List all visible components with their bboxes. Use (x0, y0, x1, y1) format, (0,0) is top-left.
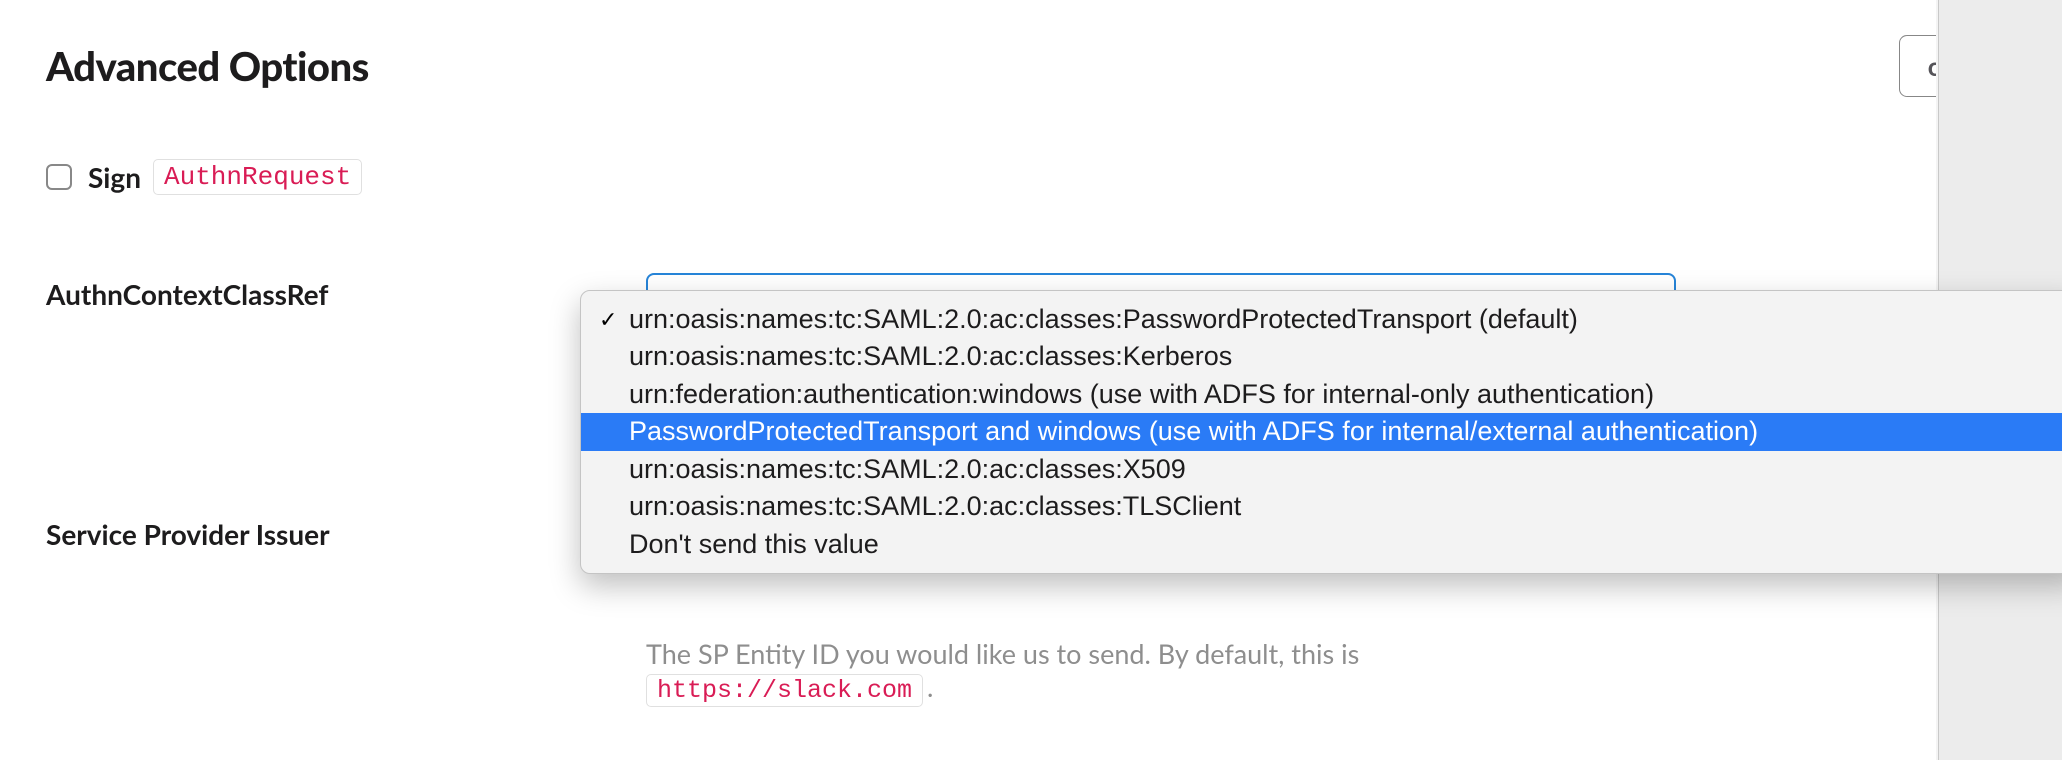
dropdown-option-label: urn:federation:authentication:windows (u… (629, 378, 1654, 411)
dropdown-option-label: PasswordProtectedTransport and windows (… (629, 415, 1758, 448)
service-provider-issuer-label: Service Provider Issuer (46, 513, 646, 551)
authncontextclassref-dropdown[interactable]: ✓urn:oasis:names:tc:SAML:2.0:ac:classes:… (580, 290, 2062, 574)
dropdown-option-label: urn:oasis:names:tc:SAML:2.0:ac:classes:K… (629, 340, 1232, 373)
dropdown-option-label: urn:oasis:names:tc:SAML:2.0:ac:classes:T… (629, 490, 1241, 523)
advanced-options-panel: Advanced Options close Sign AuthnRequest… (0, 0, 2062, 760)
sign-authnrequest-label[interactable]: Sign AuthnRequest (88, 159, 362, 195)
dropdown-option[interactable]: urn:federation:authentication:windows (u… (581, 376, 2062, 413)
header-row: Advanced Options close (46, 35, 2016, 97)
dropdown-option-label: urn:oasis:names:tc:SAML:2.0:ac:classes:P… (629, 303, 1578, 336)
helper-code-chip: https://slack.com (646, 674, 923, 707)
authncontextclassref-label: AuthnContextClassRef (46, 273, 646, 311)
dropdown-option[interactable]: ✓urn:oasis:names:tc:SAML:2.0:ac:classes:… (581, 301, 2062, 338)
checkmark-icon: ✓ (599, 306, 629, 333)
authnrequest-code-chip: AuthnRequest (153, 159, 362, 195)
sign-authnrequest-checkbox[interactable] (46, 164, 72, 190)
sign-label-text: Sign (88, 160, 141, 194)
dropdown-option-label: Don't send this value (629, 528, 879, 561)
dropdown-option[interactable]: urn:oasis:names:tc:SAML:2.0:ac:classes:K… (581, 338, 2062, 375)
dropdown-option[interactable]: PasswordProtectedTransport and windows (… (581, 413, 2062, 450)
dropdown-option[interactable]: urn:oasis:names:tc:SAML:2.0:ac:classes:T… (581, 488, 2062, 525)
service-provider-issuer-helper: The SP Entity ID you would like us to se… (646, 637, 2016, 705)
section-title: Advanced Options (46, 42, 369, 90)
sign-authnrequest-row: Sign AuthnRequest (46, 159, 2016, 195)
dropdown-option-label: urn:oasis:names:tc:SAML:2.0:ac:classes:X… (629, 453, 1186, 486)
dropdown-option[interactable]: Don't send this value (581, 526, 2062, 563)
helper-suffix: . (927, 670, 933, 703)
helper-text: The SP Entity ID you would like us to se… (646, 637, 1359, 670)
dropdown-option[interactable]: urn:oasis:names:tc:SAML:2.0:ac:classes:X… (581, 451, 2062, 488)
